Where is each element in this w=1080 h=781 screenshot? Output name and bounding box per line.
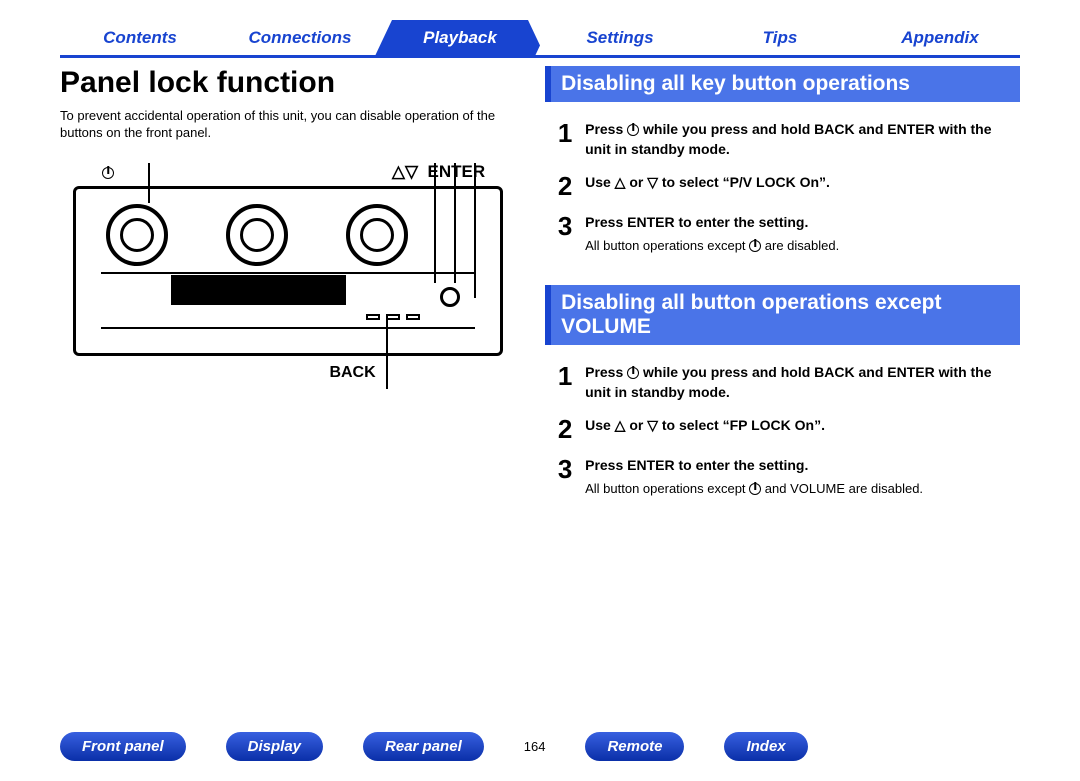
power-icon [749, 483, 761, 495]
diagram-top-labels: △▽ ENTER [60, 162, 515, 182]
nav-front-panel[interactable]: Front panel [60, 732, 186, 761]
device-diagram [73, 186, 503, 356]
step-number: 1 [545, 363, 585, 389]
intro-text: To prevent accidental operation of this … [60, 108, 515, 142]
step: 2 Use △ or ▽ to select “FP LOCK On”. [545, 416, 1020, 442]
left-column: Panel lock function To prevent accidenta… [60, 66, 515, 528]
arrows-enter-label: △▽ ENTER [392, 162, 485, 182]
power-icon [627, 367, 639, 379]
content-area: Panel lock function To prevent accidenta… [60, 66, 1020, 528]
right-column: Disabling all key button operations 1 Pr… [545, 66, 1020, 528]
step: 3 Press ENTER to enter the setting. All … [545, 213, 1020, 255]
tab-appendix[interactable]: Appendix [855, 20, 1025, 56]
step-number: 3 [545, 213, 585, 239]
step: 1 Press while you press and hold BACK an… [545, 363, 1020, 402]
section1-title: Disabling all key button operations [545, 66, 1020, 102]
tab-settings[interactable]: Settings [535, 20, 705, 56]
tab-contents[interactable]: Contents [55, 20, 225, 56]
nav-remote[interactable]: Remote [585, 732, 684, 761]
section2-title: Disabling all button operations except V… [545, 285, 1020, 345]
power-icon [627, 124, 639, 136]
bottom-nav: Front panel Display Rear panel 164 Remot… [60, 732, 808, 761]
step-number: 2 [545, 173, 585, 199]
tab-playback[interactable]: Playback [375, 20, 545, 56]
step-number: 3 [545, 456, 585, 482]
top-nav: Contents Connections Playback Settings T… [60, 20, 1020, 56]
step-number: 2 [545, 416, 585, 442]
tab-tips[interactable]: Tips [695, 20, 865, 56]
section1-steps: 1 Press while you press and hold BACK an… [545, 120, 1020, 255]
step-number: 1 [545, 120, 585, 146]
page-title: Panel lock function [60, 66, 515, 100]
nav-index[interactable]: Index [724, 732, 807, 761]
section2-steps: 1 Press while you press and hold BACK an… [545, 363, 1020, 498]
step: 2 Use △ or ▽ to select “P/V LOCK On”. [545, 173, 1020, 199]
page-number: 164 [524, 739, 546, 754]
back-label: BACK [60, 364, 515, 382]
step: 3 Press ENTER to enter the setting. All … [545, 456, 1020, 498]
nav-rear-panel[interactable]: Rear panel [363, 732, 484, 761]
power-icon-label [102, 162, 114, 182]
tab-connections[interactable]: Connections [215, 20, 385, 56]
power-icon [749, 240, 761, 252]
nav-display[interactable]: Display [226, 732, 323, 761]
step: 1 Press while you press and hold BACK an… [545, 120, 1020, 159]
